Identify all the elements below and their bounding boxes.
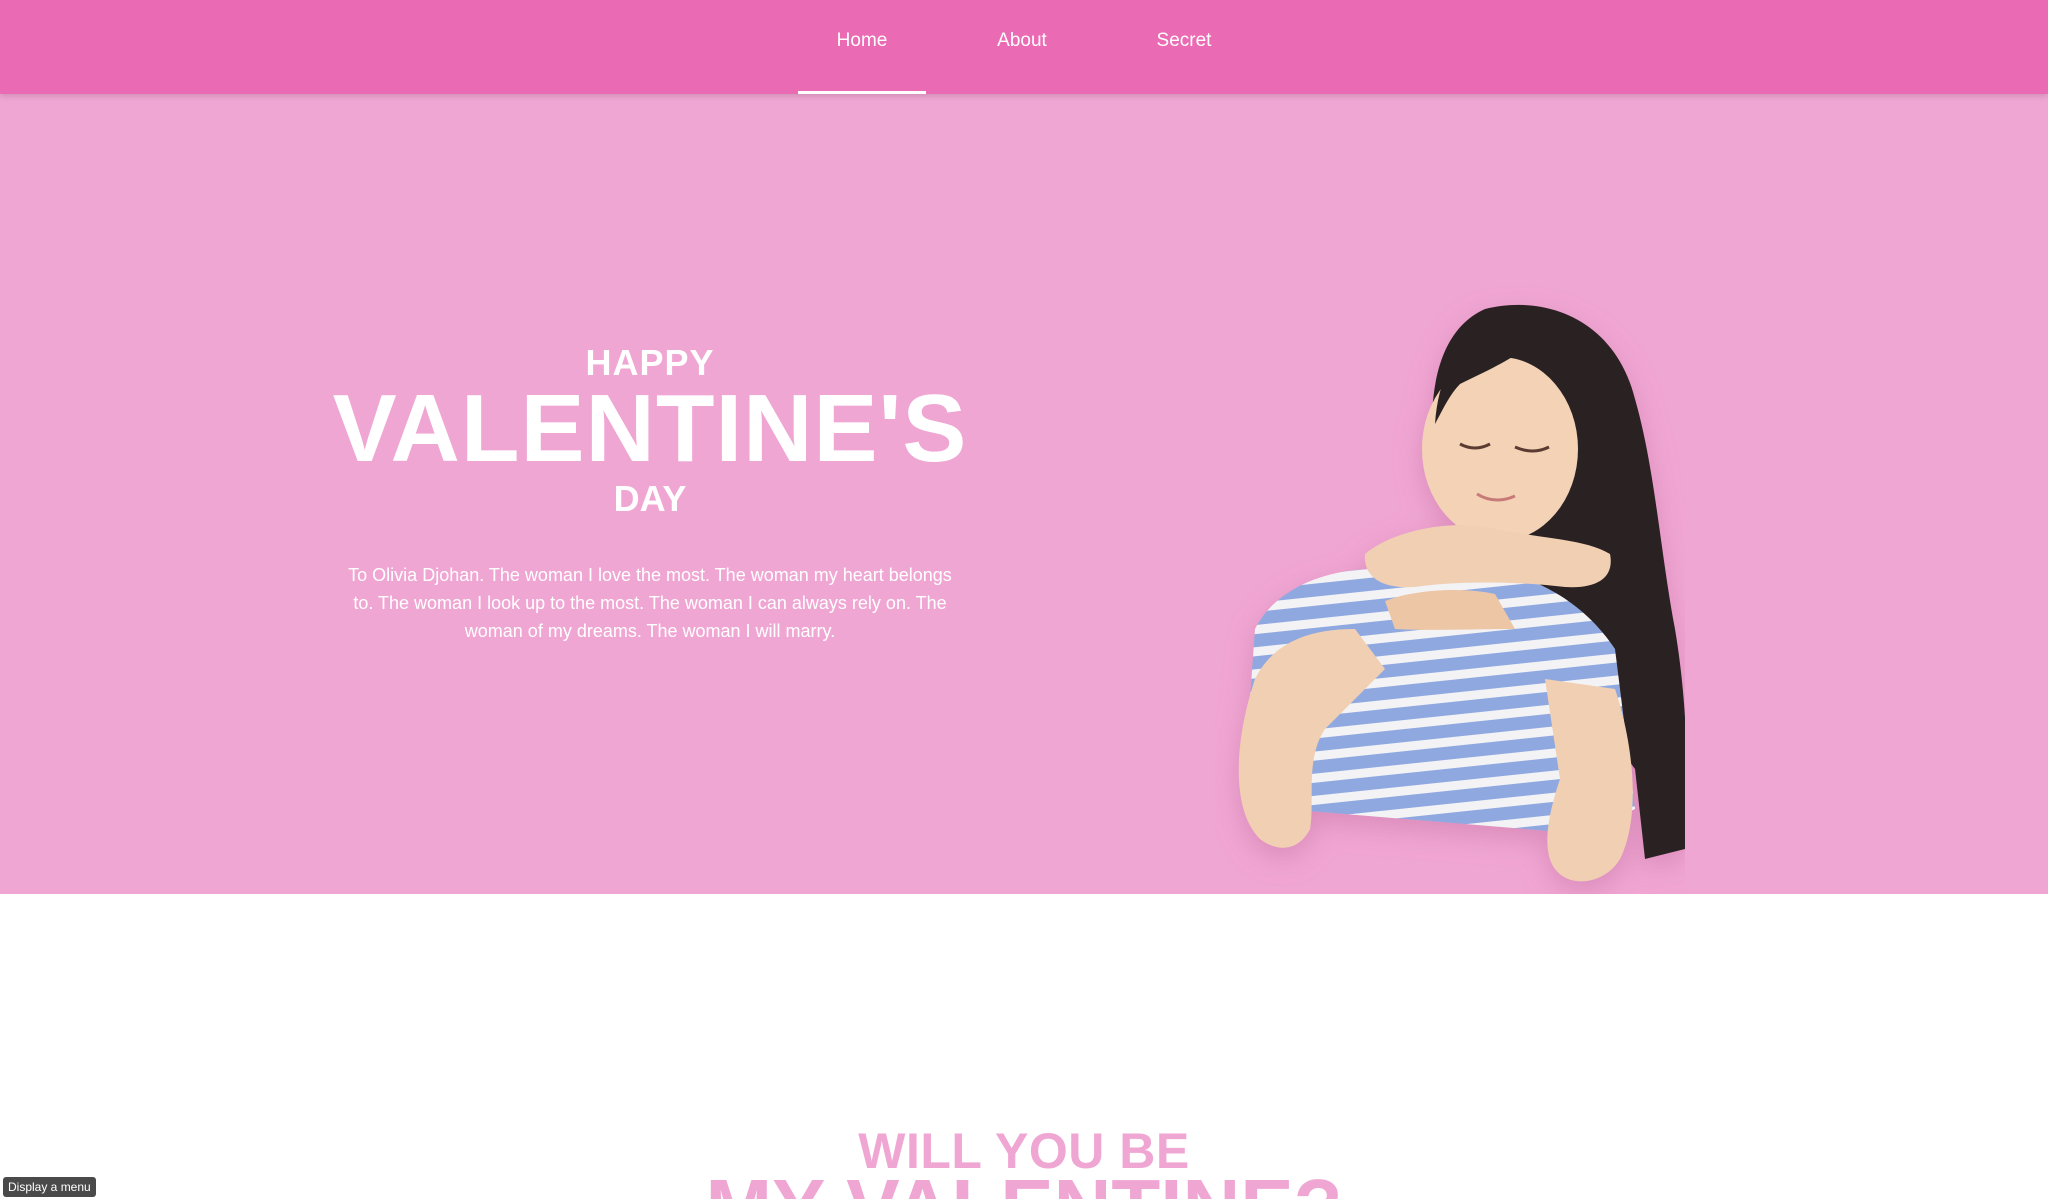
hero-title-day: DAY — [613, 478, 687, 519]
tab-about[interactable]: About — [980, 0, 1064, 94]
proposal-section: WILL YOU BE MY VALENTINE? — [0, 894, 2048, 1199]
display-menu-tooltip: Display a menu — [3, 1177, 96, 1197]
top-navbar: Home About Secret — [0, 0, 2048, 94]
tab-home[interactable]: Home — [798, 0, 926, 94]
tab-secret[interactable]: Secret — [1140, 0, 1228, 94]
hero-section: HAPPY VALENTINE'S DAY To Olivia Djohan. … — [0, 94, 2048, 894]
proposal-line2: MY VALENTINE? — [0, 1168, 2048, 1199]
portrait-photo — [1238, 304, 1685, 882]
hero-message: To Olivia Djohan. The woman I love the m… — [348, 565, 952, 641]
hero-title-valentines: VALENTINE'S — [332, 375, 968, 482]
